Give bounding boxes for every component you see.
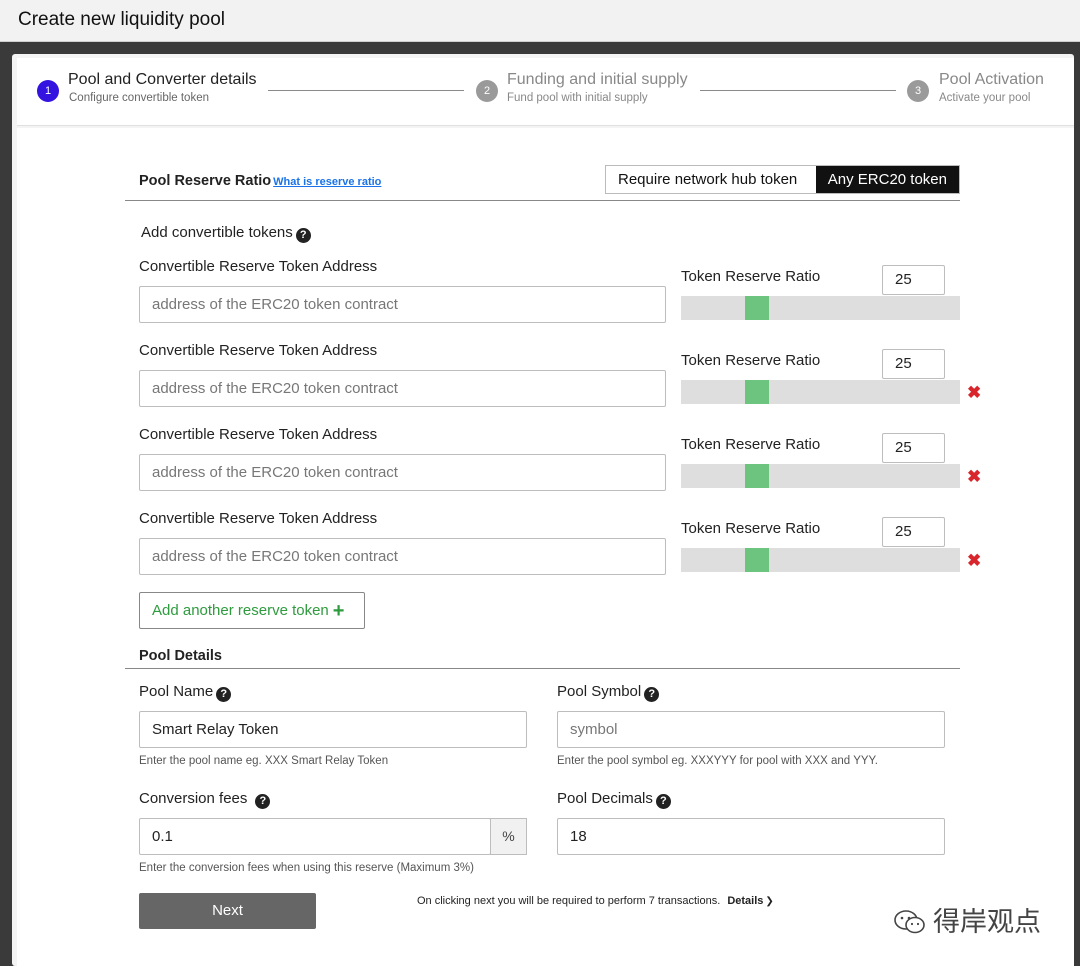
step-2-title: Funding and initial supply <box>507 71 688 88</box>
pool-symbol-hint: Enter the pool symbol eg. XXXYYY for poo… <box>557 755 878 767</box>
token-reserve-ratio-label: Token Reserve Ratio <box>681 268 821 285</box>
reserve-token-address-label: Convertible Reserve Token Address <box>139 510 378 527</box>
token-reserve-ratio-input[interactable]: 25 <box>882 265 945 295</box>
pool-details-title: Pool Details <box>139 648 222 664</box>
help-icon[interactable]: ? <box>644 687 660 702</box>
conversion-fees-hint: Enter the conversion fees when using thi… <box>139 862 474 874</box>
token-reserve-ratio-label: Token Reserve Ratio <box>681 352 821 369</box>
reserve-section-divider <box>125 200 960 201</box>
details-link[interactable]: Details <box>727 895 763 907</box>
toggle-require-hub-token[interactable]: Require network hub token <box>606 166 809 193</box>
pool-symbol-input[interactable]: symbol <box>557 711 945 748</box>
conversion-fees-label: Conversion fees? <box>139 790 271 809</box>
step-3-title: Pool Activation <box>939 71 1044 88</box>
step-3-circle: 3 <box>907 80 929 102</box>
step-1-circle: 1 <box>37 80 59 102</box>
token-type-toggle: Require network hub token Any ERC20 toke… <box>605 165 960 194</box>
reserve-ratio-title: Pool Reserve Ratio What is reserve ratio <box>139 173 382 189</box>
pool-name-input[interactable]: Smart Relay Token <box>139 711 527 748</box>
token-reserve-ratio-input[interactable]: 25 <box>882 349 945 379</box>
add-convertible-tokens-label: Add convertible tokens? <box>141 224 311 243</box>
pool-decimals-label: Pool Decimals? <box>557 790 671 809</box>
token-reserve-ratio-input[interactable]: 25 <box>882 433 945 463</box>
help-icon[interactable]: ? <box>295 228 311 243</box>
token-reserve-ratio-label: Token Reserve Ratio <box>681 436 821 453</box>
conversion-fees-input[interactable]: 0.1 <box>139 818 491 855</box>
reserve-token-address-label: Convertible Reserve Token Address <box>139 258 378 275</box>
step-1-title: Pool and Converter details <box>68 71 257 88</box>
stepper: 1 Pool and Converter details Configure c… <box>17 58 1074 126</box>
wechat-icon <box>894 910 925 934</box>
watermark: 得岸观点 <box>893 900 1041 939</box>
pool-decimals-input[interactable]: 18 <box>557 818 945 855</box>
reserve-ratio-slider[interactable] <box>681 548 960 572</box>
step-connector-2 <box>700 90 896 91</box>
pool-name-hint: Enter the pool name eg. XXX Smart Relay … <box>139 755 389 767</box>
chevron-down-icon[interactable]: ❯ <box>765 896 773 907</box>
reserve-ratio-slider-handle[interactable] <box>745 296 769 320</box>
help-icon[interactable]: ? <box>216 687 232 702</box>
reserve-token-address-input[interactable]: address of the ERC20 token contract <box>139 538 666 575</box>
reserve-token-address-input[interactable]: address of the ERC20 token contract <box>139 454 666 491</box>
modal-backdrop <box>0 42 1080 54</box>
pool-symbol-label: Pool Symbol? <box>557 683 660 702</box>
add-reserve-token-button[interactable]: Add another reserve token + <box>139 592 365 629</box>
step-1-subtitle: Configure convertible token <box>69 92 209 104</box>
step-3-subtitle: Activate your pool <box>939 92 1031 104</box>
remove-token-icon[interactable]: ✖ <box>967 468 981 485</box>
plus-icon: + <box>332 600 345 622</box>
reserve-ratio-slider-handle[interactable] <box>745 380 769 404</box>
step-2-subtitle: Fund pool with initial supply <box>507 92 648 104</box>
remove-token-icon[interactable]: ✖ <box>967 384 981 401</box>
next-button[interactable]: Next <box>139 893 316 929</box>
reserve-token-address-label: Convertible Reserve Token Address <box>139 342 378 359</box>
window-titlebar: Create new liquidity pool <box>0 0 1080 42</box>
reserve-ratio-slider[interactable] <box>681 296 960 320</box>
help-icon[interactable]: ? <box>255 794 271 809</box>
token-reserve-ratio-label: Token Reserve Ratio <box>681 520 821 537</box>
pool-name-label: Pool Name? <box>139 683 232 702</box>
reserve-ratio-slider[interactable] <box>681 464 960 488</box>
step-connector-1 <box>268 90 464 91</box>
reserve-ratio-slider-handle[interactable] <box>745 464 769 488</box>
reserve-ratio-slider[interactable] <box>681 380 960 404</box>
percent-suffix: % <box>490 818 527 855</box>
remove-token-icon[interactable]: ✖ <box>967 552 981 569</box>
token-reserve-ratio-input[interactable]: 25 <box>882 517 945 547</box>
what-is-reserve-ratio-link[interactable]: What is reserve ratio <box>273 176 381 188</box>
help-icon[interactable]: ? <box>655 794 671 809</box>
toggle-any-erc20-token[interactable]: Any ERC20 token <box>815 166 959 193</box>
window-title: Create new liquidity pool <box>18 9 226 30</box>
reserve-ratio-slider-handle[interactable] <box>745 548 769 572</box>
step-2-circle: 2 <box>476 80 498 102</box>
reserve-token-address-input[interactable]: address of the ERC20 token contract <box>139 286 666 323</box>
reserve-token-address-input[interactable]: address of the ERC20 token contract <box>139 370 666 407</box>
pool-details-divider <box>125 668 960 669</box>
reserve-token-address-label: Convertible Reserve Token Address <box>139 426 378 443</box>
transactions-note: On clicking next you will be required to… <box>417 895 774 907</box>
